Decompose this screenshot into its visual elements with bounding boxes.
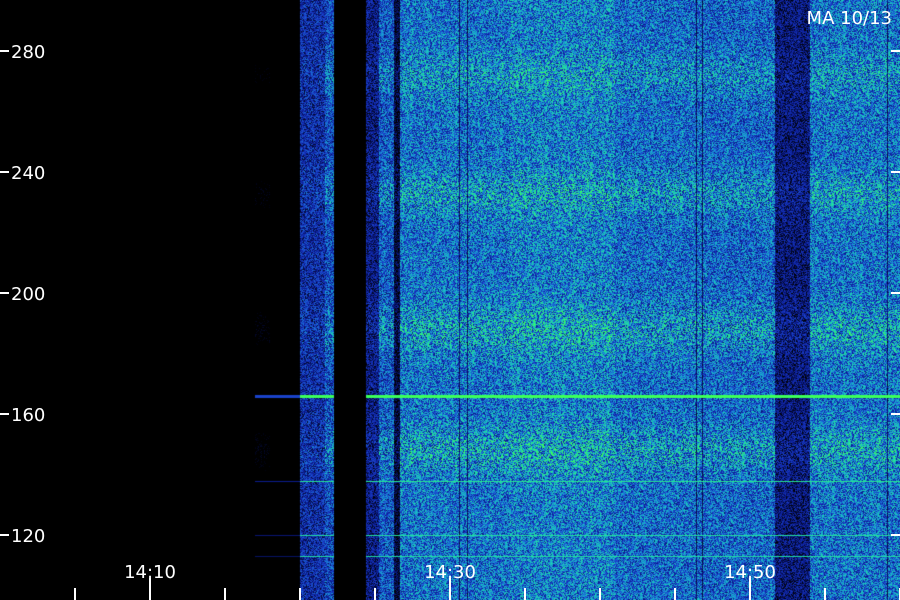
y-axis-left: 120 160 200 240 280 <box>0 42 45 547</box>
y-tick-label: 200 <box>11 284 45 305</box>
y-tick-label: 120 <box>11 526 45 547</box>
y-tick-label: 240 <box>11 163 45 184</box>
y-axis-right <box>891 50 900 536</box>
corner-label: MA 10/13 <box>807 8 892 29</box>
x-tick-label: 14:50 <box>724 562 776 583</box>
x-tick-label: 14:10 <box>124 562 176 583</box>
chart-overlay: 120 160 200 240 280 14:10 14:30 14:50 MA 10/13 <box>0 8 900 600</box>
x-tick-label: 14:30 <box>424 562 476 583</box>
x-axis: 14:10 14:30 14:50 <box>74 562 900 600</box>
y-tick-label: 280 <box>11 42 45 63</box>
y-tick-label: 160 <box>11 405 45 426</box>
